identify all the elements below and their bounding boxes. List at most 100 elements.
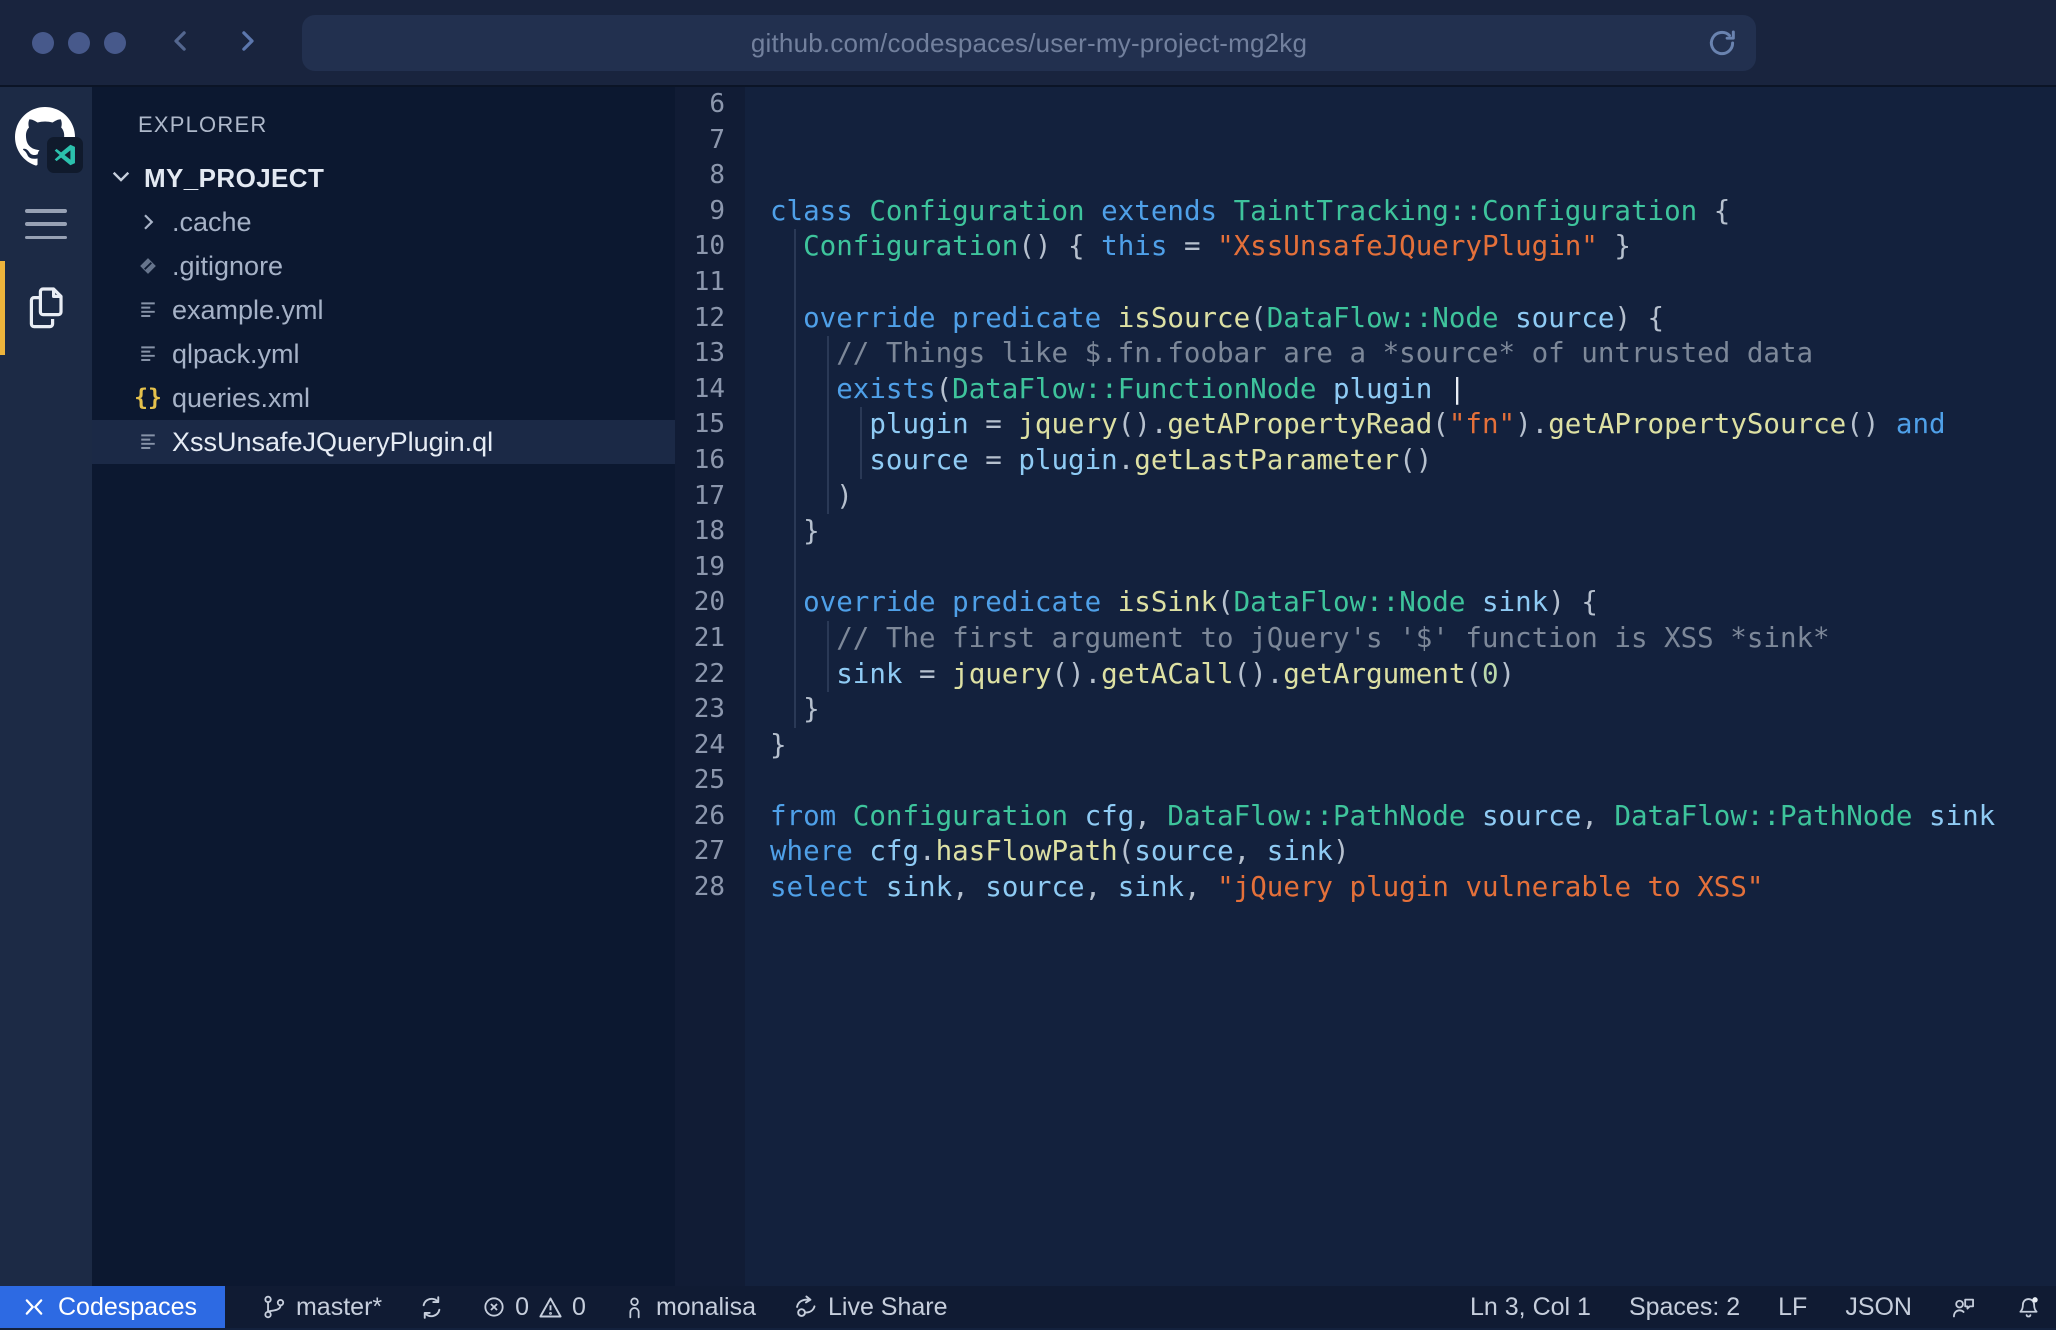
error-icon (481, 1294, 507, 1320)
line-number[interactable]: 8 (675, 158, 745, 194)
line-number[interactable]: 14 (675, 372, 745, 408)
code-line[interactable]: 12 override predicate isSource(DataFlow:… (675, 301, 2056, 337)
code-line[interactable]: 25 (675, 763, 2056, 799)
code-line[interactable]: 24} (675, 728, 2056, 764)
indentation-button[interactable]: Spaces: 2 (1629, 1293, 1740, 1322)
code-line[interactable]: 19 (675, 550, 2056, 586)
code-text: // Things like $.fn.foobar are a *source… (745, 336, 1813, 372)
url-bar[interactable]: github.com/codespaces/user-my-project-mg… (302, 15, 1756, 71)
window-controls (32, 32, 126, 54)
indent-guide (794, 479, 796, 515)
line-number[interactable]: 19 (675, 550, 745, 586)
tree-item-queries-xml[interactable]: {}queries.xml (92, 376, 675, 420)
language-mode-button[interactable]: JSON (1845, 1293, 1912, 1322)
line-number[interactable]: 10 (675, 229, 745, 265)
line-number[interactable]: 12 (675, 301, 745, 337)
code-text (745, 123, 770, 159)
account-button[interactable]: monalisa (622, 1293, 756, 1322)
explorer-sidebar: EXPLORER MY_PROJECT .cache.gitignoreexam… (92, 87, 675, 1286)
line-number[interactable]: 13 (675, 336, 745, 372)
line-number[interactable]: 27 (675, 834, 745, 870)
explorer-view-button[interactable] (0, 261, 92, 355)
code-line[interactable]: 14 exists(DataFlow::FunctionNode plugin … (675, 372, 2056, 408)
menu-button[interactable] (25, 209, 67, 239)
cursor-position-button[interactable]: Ln 3, Col 1 (1470, 1293, 1591, 1322)
line-number[interactable]: 20 (675, 585, 745, 621)
code-text: exists(DataFlow::FunctionNode plugin | (745, 372, 1465, 408)
code-line[interactable]: 21 // The first argument to jQuery's '$'… (675, 621, 2056, 657)
code-text: from Configuration cfg, DataFlow::PathNo… (745, 799, 1995, 835)
line-number[interactable]: 16 (675, 443, 745, 479)
code-line[interactable]: 23 } (675, 692, 2056, 728)
tree-item-label: .cache (172, 207, 252, 238)
code-line[interactable]: 16 source = plugin.getLastParameter() (675, 443, 2056, 479)
line-number[interactable]: 21 (675, 621, 745, 657)
code-line[interactable]: 6 (675, 87, 2056, 123)
line-number[interactable]: 17 (675, 479, 745, 515)
project-root-folder[interactable]: MY_PROJECT (92, 156, 675, 200)
refresh-icon (1705, 26, 1739, 60)
code-line[interactable]: 17 ) (675, 479, 2056, 515)
line-number[interactable]: 7 (675, 123, 745, 159)
forward-button[interactable] (230, 26, 264, 60)
status-bar: Codespaces master* 0 0 monalisa Live Sha… (0, 1286, 2056, 1328)
line-number[interactable]: 28 (675, 870, 745, 906)
notifications-button[interactable] (2015, 1294, 2042, 1321)
code-line[interactable]: 8 (675, 158, 2056, 194)
code-text: } (745, 514, 820, 550)
tree-item-xssunsafejqueryplugin-ql[interactable]: XssUnsafeJQueryPlugin.ql (92, 420, 675, 464)
code-line[interactable]: 11 (675, 265, 2056, 301)
code-text: sink = jquery().getACall().getArgument(0… (745, 657, 1515, 693)
tree-item-label: XssUnsafeJQueryPlugin.ql (172, 427, 493, 458)
remote-icon (22, 1295, 46, 1319)
back-button[interactable] (164, 26, 198, 60)
indent-guide (827, 372, 829, 408)
code-line[interactable]: 28select sink, source, sink, "jQuery plu… (675, 870, 2056, 906)
tree-item--cache[interactable]: .cache (92, 200, 675, 244)
tree-item--gitignore[interactable]: .gitignore (92, 244, 675, 288)
code-line[interactable]: 27where cfg.hasFlowPath(source, sink) (675, 834, 2056, 870)
warning-count: 0 (572, 1293, 586, 1322)
feedback-button[interactable] (1950, 1294, 1977, 1321)
code-line[interactable]: 7 (675, 123, 2056, 159)
chevron-right-icon (232, 26, 262, 59)
branch-button[interactable]: master* (261, 1293, 382, 1322)
line-number[interactable]: 18 (675, 514, 745, 550)
indent-guide (794, 372, 796, 408)
line-number[interactable]: 15 (675, 407, 745, 443)
code-line[interactable]: 10 Configuration() { this = "XssUnsafeJQ… (675, 229, 2056, 265)
code-line[interactable]: 9class Configuration extends TaintTracki… (675, 194, 2056, 230)
code-line[interactable]: 22 sink = jquery().getACall().getArgumen… (675, 657, 2056, 693)
chevron-right-icon (134, 208, 162, 236)
eol-button[interactable]: LF (1778, 1293, 1807, 1322)
line-number[interactable]: 9 (675, 194, 745, 230)
line-number[interactable]: 24 (675, 728, 745, 764)
hamburger-icon (25, 209, 67, 213)
code-line[interactable]: 15 plugin = jquery().getAPropertyRead("f… (675, 407, 2056, 443)
line-number[interactable]: 25 (675, 763, 745, 799)
tree-item-example-yml[interactable]: example.yml (92, 288, 675, 332)
line-number[interactable]: 11 (675, 265, 745, 301)
window-control-close[interactable] (32, 32, 54, 54)
code-text: } (745, 728, 787, 764)
line-number[interactable]: 6 (675, 87, 745, 123)
live-share-button[interactable]: Live Share (792, 1293, 948, 1322)
line-number[interactable]: 26 (675, 799, 745, 835)
braces-icon: {} (134, 384, 162, 412)
code-text: } (745, 692, 820, 728)
tree-item-qlpack-yml[interactable]: qlpack.yml (92, 332, 675, 376)
code-line[interactable]: 18 } (675, 514, 2056, 550)
sync-button[interactable] (418, 1294, 445, 1321)
window-control-zoom[interactable] (104, 32, 126, 54)
problems-button[interactable]: 0 0 (481, 1293, 586, 1322)
codespaces-status-button[interactable]: Codespaces (0, 1286, 225, 1328)
code-line[interactable]: 13 // Things like $.fn.foobar are a *sou… (675, 336, 2056, 372)
code-line[interactable]: 26from Configuration cfg, DataFlow::Path… (675, 799, 2056, 835)
refresh-button[interactable] (1704, 25, 1740, 61)
code-line[interactable]: 20 override predicate isSink(DataFlow::N… (675, 585, 2056, 621)
indent-guide (794, 514, 796, 550)
codespaces-label: Codespaces (58, 1293, 197, 1322)
window-control-minimize[interactable] (68, 32, 90, 54)
line-number[interactable]: 23 (675, 692, 745, 728)
line-number[interactable]: 22 (675, 657, 745, 693)
